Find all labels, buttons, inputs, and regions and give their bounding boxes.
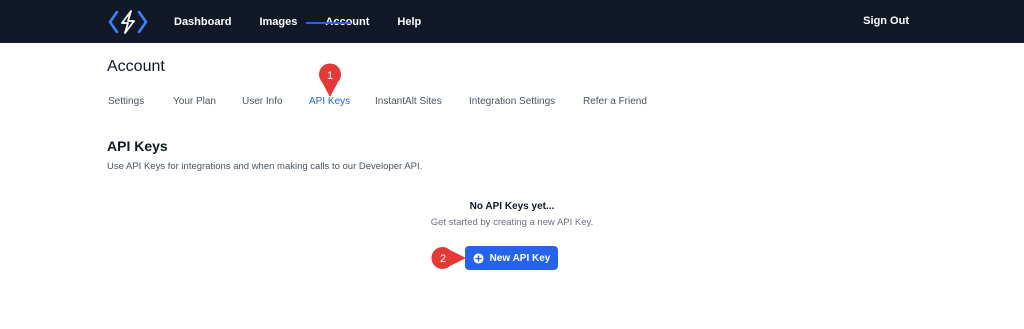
tab-instantalt-sites[interactable]: InstantAlt Sites xyxy=(375,96,442,107)
empty-state-description: Get started by creating a new API Key. xyxy=(430,217,594,228)
tab-integration-settings[interactable]: Integration Settings xyxy=(469,96,555,107)
account-tabs: Settings Your Plan User Info API Keys In… xyxy=(108,96,908,120)
api-keys-description: Use API Keys for integrations and when m… xyxy=(107,161,423,172)
annotation-marker-1: 1 xyxy=(319,63,341,97)
logo-icon[interactable] xyxy=(108,9,148,35)
annotation-marker-2: 2 xyxy=(431,247,466,269)
annotation-number-1: 1 xyxy=(327,70,333,82)
api-keys-heading: API Keys xyxy=(107,138,168,154)
active-tab-indicator xyxy=(306,22,351,24)
annotation-number-2: 2 xyxy=(440,253,446,265)
plus-circle-icon xyxy=(473,252,484,264)
top-navigation-bar: Dashboard Images Account Help Sign Out xyxy=(0,0,1024,43)
tab-user-info[interactable]: User Info xyxy=(242,96,283,107)
new-api-key-button[interactable]: New API Key xyxy=(465,246,558,270)
tab-your-plan[interactable]: Your Plan xyxy=(173,96,216,107)
sign-out-link[interactable]: Sign Out xyxy=(863,15,909,27)
new-api-key-label: New API Key xyxy=(489,252,551,264)
empty-state-title: No API Keys yet... xyxy=(469,201,555,212)
tab-refer-a-friend[interactable]: Refer a Friend xyxy=(583,96,647,107)
main-nav: Dashboard Images Account Help xyxy=(174,0,421,43)
tab-settings[interactable]: Settings xyxy=(108,96,144,107)
page-title: Account xyxy=(107,58,165,75)
nav-dashboard[interactable]: Dashboard xyxy=(174,16,231,28)
nav-help[interactable]: Help xyxy=(397,16,421,28)
nav-images[interactable]: Images xyxy=(259,16,297,28)
